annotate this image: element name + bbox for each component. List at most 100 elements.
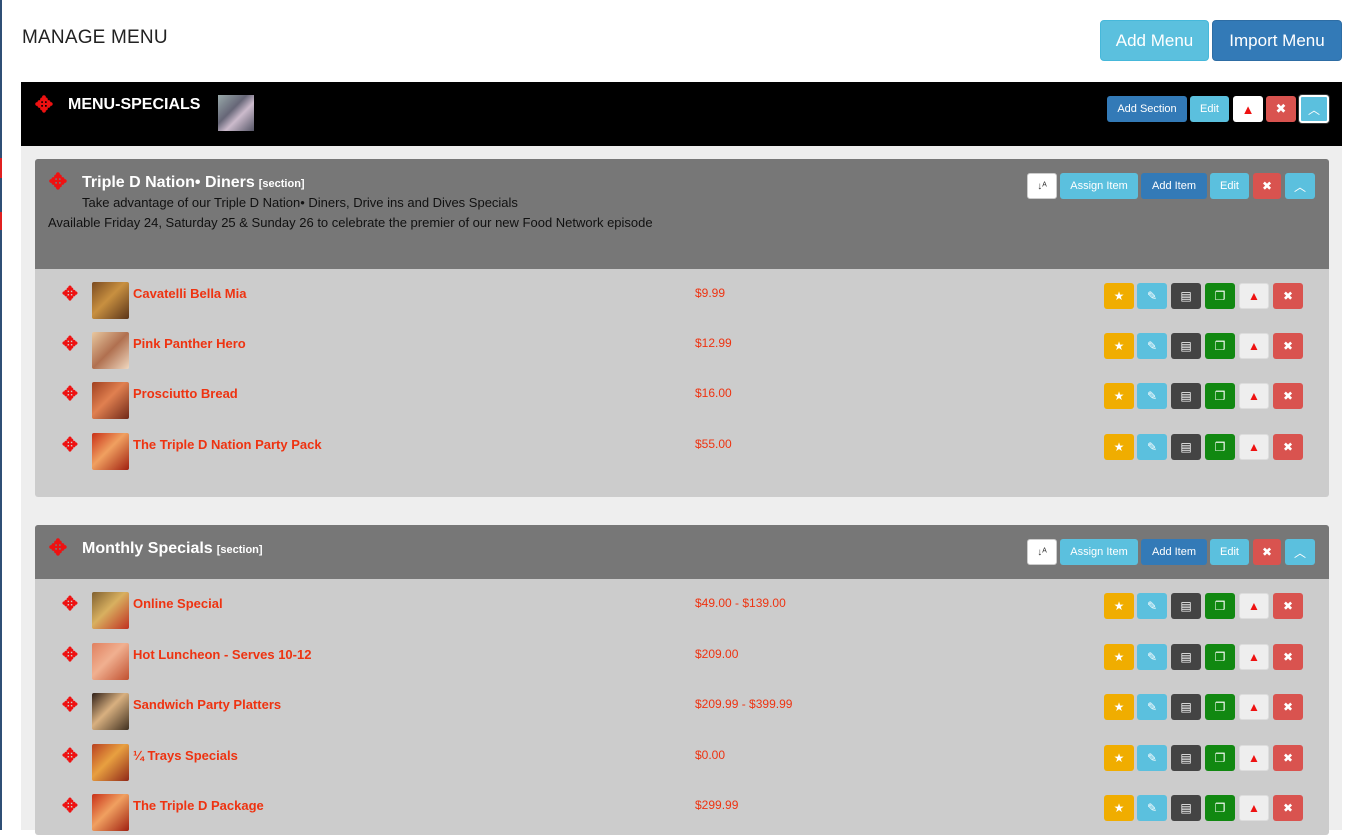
move-arrows-icon[interactable]: ✥ xyxy=(59,644,81,666)
close-icon[interactable]: ✖ xyxy=(1266,96,1296,122)
warning-icon[interactable]: ▲ xyxy=(1239,694,1269,720)
copy-icon[interactable]: ❐ xyxy=(1205,283,1235,309)
star-icon[interactable]: ★ xyxy=(1104,283,1134,309)
list-icon[interactable]: ▤ xyxy=(1171,333,1201,359)
add-item-button[interactable]: Add Item xyxy=(1141,173,1207,199)
close-icon[interactable]: ✖ xyxy=(1273,333,1303,359)
star-icon[interactable]: ★ xyxy=(1104,593,1134,619)
menu-edit-button[interactable]: Edit xyxy=(1190,96,1229,122)
chevron-up-icon[interactable]: ︿ xyxy=(1285,539,1315,565)
list-item[interactable]: ✥ Prosciutto Bread $16.00 ★ ✎ ▤ ❐ ▲ ✖ xyxy=(35,369,1329,419)
move-arrows-icon[interactable]: ✥ xyxy=(59,383,81,405)
copy-icon[interactable]: ❐ xyxy=(1205,383,1235,409)
sort-alpha-icon[interactable]: ↓ᴬ xyxy=(1027,539,1057,565)
chevron-up-icon[interactable]: ︿ xyxy=(1299,95,1329,123)
list-item[interactable]: ✥ Hot Luncheon - Serves 10-12 $209.00 ★ … xyxy=(35,630,1329,680)
list-item[interactable]: ✥ Pink Panther Hero $12.99 ★ ✎ ▤ ❐ ▲ ✖ xyxy=(35,319,1329,369)
edit-icon[interactable]: ✎ xyxy=(1137,383,1167,409)
star-icon[interactable]: ★ xyxy=(1104,333,1134,359)
copy-icon[interactable]: ❐ xyxy=(1205,644,1235,670)
item-name[interactable]: The Triple D Nation Party Pack xyxy=(133,437,322,452)
edit-icon[interactable]: ✎ xyxy=(1137,593,1167,619)
list-icon[interactable]: ▤ xyxy=(1171,644,1201,670)
move-arrows-icon[interactable]: ✥ xyxy=(47,537,69,559)
list-item[interactable]: ✥ The Triple D Nation Party Pack $55.00 … xyxy=(35,420,1329,470)
close-icon[interactable]: ✖ xyxy=(1273,593,1303,619)
item-name[interactable]: ¼ Trays Specials xyxy=(133,748,238,763)
close-icon[interactable]: ✖ xyxy=(1273,383,1303,409)
move-arrows-icon[interactable]: ✥ xyxy=(47,171,69,193)
copy-icon[interactable]: ❐ xyxy=(1205,795,1235,821)
star-icon[interactable]: ★ xyxy=(1104,434,1134,460)
edit-icon[interactable]: ✎ xyxy=(1137,434,1167,460)
move-arrows-icon[interactable]: ✥ xyxy=(59,593,81,615)
copy-icon[interactable]: ❐ xyxy=(1205,745,1235,771)
close-icon[interactable]: ✖ xyxy=(1273,694,1303,720)
warning-icon[interactable]: ▲ xyxy=(1239,383,1269,409)
section-edit-button[interactable]: Edit xyxy=(1210,173,1249,199)
copy-icon[interactable]: ❐ xyxy=(1205,593,1235,619)
move-arrows-icon[interactable]: ✥ xyxy=(59,795,81,817)
edit-icon[interactable]: ✎ xyxy=(1137,333,1167,359)
item-name[interactable]: The Triple D Package xyxy=(133,798,264,813)
copy-icon[interactable]: ❐ xyxy=(1205,694,1235,720)
import-menu-button[interactable]: Import Menu xyxy=(1212,20,1342,61)
move-arrows-icon[interactable]: ✥ xyxy=(59,283,81,305)
list-icon[interactable]: ▤ xyxy=(1171,434,1201,460)
move-arrows-icon[interactable]: ✥ xyxy=(59,333,81,355)
section-edit-button[interactable]: Edit xyxy=(1210,539,1249,565)
close-icon[interactable]: ✖ xyxy=(1273,795,1303,821)
star-icon[interactable]: ★ xyxy=(1104,694,1134,720)
add-item-button[interactable]: Add Item xyxy=(1141,539,1207,565)
move-arrows-icon[interactable]: ✥ xyxy=(59,434,81,456)
warning-icon[interactable]: ▲ xyxy=(1239,333,1269,359)
edit-icon[interactable]: ✎ xyxy=(1137,745,1167,771)
close-icon[interactable]: ✖ xyxy=(1273,283,1303,309)
edit-icon[interactable]: ✎ xyxy=(1137,694,1167,720)
move-arrows-icon[interactable]: ✥ xyxy=(59,694,81,716)
copy-icon[interactable]: ❐ xyxy=(1205,333,1235,359)
star-icon[interactable]: ★ xyxy=(1104,795,1134,821)
list-icon[interactable]: ▤ xyxy=(1171,593,1201,619)
warning-icon[interactable]: ▲ xyxy=(1239,283,1269,309)
add-menu-button[interactable]: Add Menu xyxy=(1100,20,1209,61)
warning-icon[interactable]: ▲ xyxy=(1239,434,1269,460)
edit-icon[interactable]: ✎ xyxy=(1137,644,1167,670)
move-arrows-icon[interactable]: ✥ xyxy=(33,94,55,116)
item-name[interactable]: Hot Luncheon - Serves 10-12 xyxy=(133,647,311,662)
assign-item-button[interactable]: Assign Item xyxy=(1060,539,1138,565)
item-name[interactable]: Sandwich Party Platters xyxy=(133,697,281,712)
list-item[interactable]: ✥ The Triple D Package $299.99 ★ ✎ ▤ ❐ ▲… xyxy=(35,781,1329,831)
item-name[interactable]: Pink Panther Hero xyxy=(133,336,246,351)
warning-icon[interactable]: ▲ xyxy=(1239,745,1269,771)
list-item[interactable]: ✥ Online Special $49.00 - $139.00 ★ ✎ ▤ … xyxy=(35,579,1329,629)
item-name[interactable]: Prosciutto Bread xyxy=(133,386,238,401)
list-item[interactable]: ✥ Sandwich Party Platters $209.99 - $399… xyxy=(35,680,1329,730)
list-icon[interactable]: ▤ xyxy=(1171,383,1201,409)
item-name[interactable]: Cavatelli Bella Mia xyxy=(133,286,246,301)
copy-icon[interactable]: ❐ xyxy=(1205,434,1235,460)
close-icon[interactable]: ✖ xyxy=(1253,539,1281,565)
list-item[interactable]: ✥ Cavatelli Bella Mia $9.99 ★ ✎ ▤ ❐ ▲ ✖ xyxy=(35,269,1329,319)
star-icon[interactable]: ★ xyxy=(1104,383,1134,409)
sort-alpha-icon[interactable]: ↓ᴬ xyxy=(1027,173,1057,199)
warning-icon[interactable]: ▲ xyxy=(1239,644,1269,670)
star-icon[interactable]: ★ xyxy=(1104,644,1134,670)
list-item[interactable]: ✥ ¼ Trays Specials $0.00 ★ ✎ ▤ ❐ ▲ ✖ xyxy=(35,731,1329,781)
warning-icon[interactable]: ▲ xyxy=(1239,593,1269,619)
warning-icon[interactable]: ▲ xyxy=(1239,795,1269,821)
list-icon[interactable]: ▤ xyxy=(1171,795,1201,821)
list-icon[interactable]: ▤ xyxy=(1171,283,1201,309)
item-name[interactable]: Online Special xyxy=(133,596,223,611)
close-icon[interactable]: ✖ xyxy=(1273,745,1303,771)
assign-item-button[interactable]: Assign Item xyxy=(1060,173,1138,199)
warning-icon[interactable]: ▲ xyxy=(1233,96,1263,122)
close-icon[interactable]: ✖ xyxy=(1273,434,1303,460)
star-icon[interactable]: ★ xyxy=(1104,745,1134,771)
edit-icon[interactable]: ✎ xyxy=(1137,283,1167,309)
list-icon[interactable]: ▤ xyxy=(1171,745,1201,771)
chevron-up-icon[interactable]: ︿ xyxy=(1285,173,1315,199)
list-icon[interactable]: ▤ xyxy=(1171,694,1201,720)
move-arrows-icon[interactable]: ✥ xyxy=(59,745,81,767)
edit-icon[interactable]: ✎ xyxy=(1137,795,1167,821)
